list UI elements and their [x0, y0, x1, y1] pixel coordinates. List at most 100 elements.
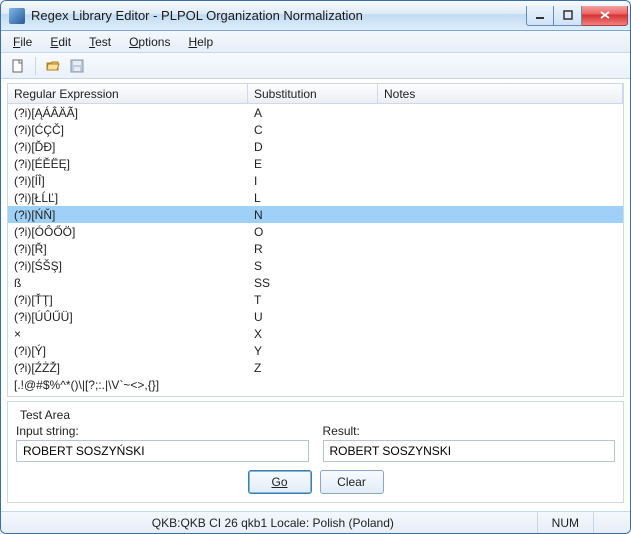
toolbar: [1, 53, 630, 79]
cell-notes: [378, 274, 623, 291]
grid-row[interactable]: (?i)[ÉĚËĘ]E: [8, 155, 623, 172]
cell-regex: (?i)[Ý]: [8, 342, 248, 359]
cell-regex: (?i)[ŚŠŞ]: [8, 257, 248, 274]
cell-regex: (?i)[Ř]: [8, 240, 248, 257]
result-label: Result:: [323, 424, 616, 438]
cell-substitution: Z: [248, 359, 378, 376]
cell-notes: [378, 291, 623, 308]
grid-row[interactable]: (?i)[ĄÁÂÄÃ]A: [8, 104, 623, 121]
test-inputs: Input string: Result:: [16, 424, 615, 462]
cell-regex: (?i)[ŃŇ]: [8, 206, 248, 223]
cell-substitution: A: [248, 104, 378, 121]
cell-substitution: N: [248, 206, 378, 223]
cell-regex: (?i)[ŤŢ]: [8, 291, 248, 308]
new-button[interactable]: [7, 55, 29, 77]
grid-row[interactable]: (?i)[Ř]R: [8, 240, 623, 257]
menu-file[interactable]: File: [5, 33, 40, 51]
window-title: Regex Library Editor - PLPOL Organizatio…: [31, 8, 526, 23]
cell-substitution: O: [248, 223, 378, 240]
minimize-button[interactable]: [526, 6, 554, 26]
cell-regex: (?i)[ŁĹĽ]: [8, 189, 248, 206]
result-field[interactable]: [323, 440, 616, 462]
cell-substitution: L: [248, 189, 378, 206]
cell-notes: [378, 172, 623, 189]
window-controls: [526, 6, 628, 26]
status-num: NUM: [537, 512, 593, 533]
status-empty: [593, 512, 622, 533]
cell-regex: [.!@#$%^*()\|[?;:.|\V`~<>,{}]: [8, 376, 248, 393]
test-area: Test Area Input string: Result: Go Clear: [7, 401, 624, 503]
input-string-label: Input string:: [16, 424, 309, 438]
grid-row[interactable]: (?i)[Ý]Y: [8, 342, 623, 359]
cell-substitution: U: [248, 308, 378, 325]
status-center-text: QKB:QKB CI 26 qkb1 Locale: Polish (Polan…: [9, 516, 537, 530]
grid-row[interactable]: (?i)[ĆÇČ]C: [8, 121, 623, 138]
input-column: Input string:: [16, 424, 309, 462]
save-button[interactable]: [66, 55, 88, 77]
menu-test[interactable]: Test: [81, 33, 119, 51]
grid-row[interactable]: (?i)[ŤŢ]T: [8, 291, 623, 308]
cell-regex: (?i)[ÍÎ]: [8, 172, 248, 189]
grid-row[interactable]: [.!@#$%^*()\|[?;:.|\V`~<>,{}]: [8, 376, 623, 393]
column-header-notes[interactable]: Notes: [378, 84, 623, 103]
close-button[interactable]: [582, 6, 628, 26]
result-column: Result:: [323, 424, 616, 462]
grid-body[interactable]: (?i)[ĄÁÂÄÃ]A(?i)[ĆÇČ]C(?i)[ĎĐ]D(?i)[ÉĚËĘ…: [8, 104, 623, 396]
open-button[interactable]: [42, 55, 64, 77]
regex-grid[interactable]: Regular Expression Substitution Notes (?…: [7, 83, 624, 397]
menu-help[interactable]: Help: [180, 33, 221, 51]
maximize-icon: [563, 10, 573, 20]
status-bar: QKB:QKB CI 26 qkb1 Locale: Polish (Polan…: [1, 511, 630, 533]
cell-substitution: S: [248, 257, 378, 274]
cell-notes: [378, 325, 623, 342]
toolbar-separator: [35, 57, 36, 75]
menu-options[interactable]: Options: [121, 33, 178, 51]
cell-substitution: E: [248, 155, 378, 172]
close-icon: [599, 10, 611, 20]
open-folder-icon: [45, 58, 61, 74]
content-area: Regular Expression Substitution Notes (?…: [1, 79, 630, 511]
grid-row[interactable]: ×X: [8, 325, 623, 342]
cell-regex: (?i)[ĎĐ]: [8, 138, 248, 155]
grid-row[interactable]: (?i)[ŁĹĽ]L: [8, 189, 623, 206]
column-header-substitution[interactable]: Substitution: [248, 84, 378, 103]
save-disk-icon: [69, 58, 85, 74]
cell-substitution: SS: [248, 274, 378, 291]
cell-notes: [378, 240, 623, 257]
cell-regex: (?i)[ĆÇČ]: [8, 121, 248, 138]
menu-bar: File Edit Test Options Help: [1, 31, 630, 53]
cell-notes: [378, 138, 623, 155]
cell-regex: ß: [8, 274, 248, 291]
cell-substitution: X: [248, 325, 378, 342]
maximize-button[interactable]: [554, 6, 582, 26]
app-window: Regex Library Editor - PLPOL Organizatio…: [0, 0, 631, 534]
cell-substitution: C: [248, 121, 378, 138]
cell-notes: [378, 376, 623, 393]
new-file-icon: [10, 58, 26, 74]
cell-regex: (?i)[ÉĚËĘ]: [8, 155, 248, 172]
cell-substitution: Y: [248, 342, 378, 359]
grid-row[interactable]: (?i)[ÚÛŰÜ]U: [8, 308, 623, 325]
cell-notes: [378, 121, 623, 138]
grid-row[interactable]: (?i)[ÍÎ]I: [8, 172, 623, 189]
cell-substitution: T: [248, 291, 378, 308]
grid-row[interactable]: (?i)[ÓÔŐÖ]O: [8, 223, 623, 240]
cell-notes: [378, 223, 623, 240]
test-area-legend: Test Area: [16, 408, 74, 422]
cell-notes: [378, 155, 623, 172]
menu-edit[interactable]: Edit: [42, 33, 79, 51]
cell-notes: [378, 308, 623, 325]
cell-notes: [378, 206, 623, 223]
cell-notes: [378, 189, 623, 206]
cell-regex: (?i)[ĄÁÂÄÃ]: [8, 104, 248, 121]
clear-button[interactable]: Clear: [320, 470, 384, 494]
grid-row[interactable]: (?i)[ŚŠŞ]S: [8, 257, 623, 274]
grid-row[interactable]: (?i)[ĎĐ]D: [8, 138, 623, 155]
input-string-field[interactable]: [16, 440, 309, 462]
go-button[interactable]: Go: [248, 470, 312, 494]
column-header-regex[interactable]: Regular Expression: [8, 84, 248, 103]
grid-row[interactable]: ßSS: [8, 274, 623, 291]
grid-row[interactable]: (?i)[ŃŇ]N: [8, 206, 623, 223]
minimize-icon: [535, 10, 545, 20]
grid-row[interactable]: (?i)[ŹŻŽ]Z: [8, 359, 623, 376]
